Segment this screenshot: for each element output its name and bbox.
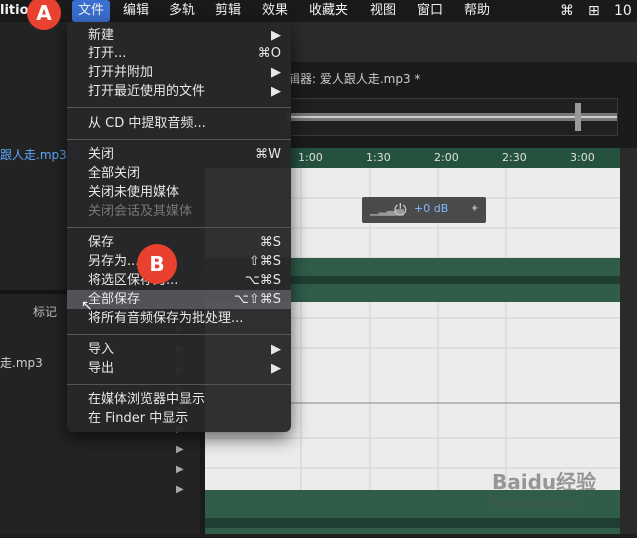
amplitude-scale — [620, 148, 637, 534]
editor-title: 辑器: 爱人跟人走.mp3 * — [288, 72, 421, 86]
menu-effects[interactable]: 效果 — [256, 0, 294, 22]
annotation-badge-b: B — [137, 244, 177, 284]
menu-item-save-as[interactable]: 另存为... ⇧⌘S — [67, 252, 291, 271]
menu-item-save-selection[interactable]: 将选区保存为... ⌥⌘S — [67, 271, 291, 290]
file-item[interactable]: 走.mp3 — [0, 354, 43, 371]
menu-edit[interactable]: 编辑 — [117, 0, 155, 22]
tab-markers[interactable]: 标记 — [33, 303, 57, 320]
ruler-tick: 1:30 — [366, 151, 391, 164]
menu-file[interactable]: 文件 — [72, 0, 111, 22]
ruler-tick: 2:30 — [502, 151, 527, 164]
gain-value[interactable]: +0 dB — [414, 202, 448, 215]
watermark-logo: Baidu经验 — [492, 470, 597, 494]
clock[interactable]: 10 — [614, 2, 632, 20]
menu-item-open[interactable]: 打开... ⌘O — [67, 44, 291, 63]
menu-item-import[interactable]: 导入 ▶ — [67, 340, 291, 359]
menu-item-export[interactable]: 导出 ▶ — [67, 359, 291, 378]
time-ruler[interactable]: 1:00 1:30 2:00 2:30 3:00 — [286, 148, 620, 168]
grid-icon[interactable]: ⊞ — [588, 2, 600, 20]
ruler-tick: 3:00 — [570, 151, 595, 164]
menu-separator — [67, 139, 291, 140]
menu-item-open-recent[interactable]: 打开最近使用的文件 ▶ — [67, 82, 291, 101]
menu-item-new[interactable]: 新建 ▶ — [67, 26, 291, 45]
menu-separator — [67, 384, 291, 385]
mouse-cursor-icon: ↖ — [81, 298, 93, 314]
menu-bar: lition 文件 编辑 多轨 剪辑 效果 收藏夹 视图 窗口 帮助 ⌘ ⊞ 1… — [0, 0, 637, 22]
menu-favorites[interactable]: 收藏夹 — [303, 0, 354, 22]
command-key-icon[interactable]: ⌘ — [560, 2, 574, 20]
menu-clip[interactable]: 剪辑 — [209, 0, 247, 22]
menu-item-save[interactable]: 保存 ⌘S — [67, 233, 291, 252]
menu-separator — [67, 107, 291, 108]
watermark-url: jingyan.baidu.com — [489, 498, 582, 509]
menu-item-close-all[interactable]: 全部关闭 — [67, 164, 291, 183]
file-menu: 新建 ▶ 打开... ⌘O 打开并附加 ▶ 打开最近使用的文件 ▶ 从 CD 中提取音频… — [67, 22, 291, 432]
knob-icon[interactable]: ⏻ — [394, 200, 407, 220]
menu-item-close-unused[interactable]: 关闭未使用媒体 — [67, 183, 291, 202]
menu-item-save-all[interactable]: 全部保存 ⌥⇧⌘S — [67, 290, 291, 309]
file-item-active[interactable]: 跟人走.mp3 * — [0, 146, 77, 163]
menu-item-close-session: 关闭会话及其媒体 — [88, 204, 193, 219]
menu-item-show-media-browser[interactable]: 在媒体浏览器中显示 — [67, 390, 291, 409]
waveform-overview[interactable] — [286, 98, 618, 136]
menu-view[interactable]: 视图 — [364, 0, 402, 22]
menu-help[interactable]: 帮助 — [458, 0, 496, 22]
pin-icon[interactable]: ✦ — [470, 202, 479, 215]
ruler-tick: 2:00 — [434, 151, 459, 164]
menu-item-close[interactable]: 关闭 ⌘W — [67, 145, 291, 164]
menu-item-show-finder[interactable]: 在 Finder 中显示 — [67, 409, 291, 428]
gain-hud[interactable]: ▁▂▃▄ ⏻ +0 dB ✦ — [362, 197, 486, 223]
menu-window[interactable]: 窗口 — [411, 0, 449, 22]
menu-separator — [67, 227, 291, 228]
menu-item-save-batch[interactable]: 将所有音频保存为批处理... — [67, 309, 291, 328]
menu-item-open-append[interactable]: 打开并附加 ▶ — [67, 63, 291, 82]
overview-wave — [287, 103, 617, 131]
menu-separator — [67, 334, 291, 335]
menu-item-extract-cd[interactable]: 从 CD 中提取音频... — [67, 114, 291, 133]
menu-multitrack[interactable]: 多轨 — [163, 0, 201, 22]
ruler-tick: 1:00 — [298, 151, 323, 164]
